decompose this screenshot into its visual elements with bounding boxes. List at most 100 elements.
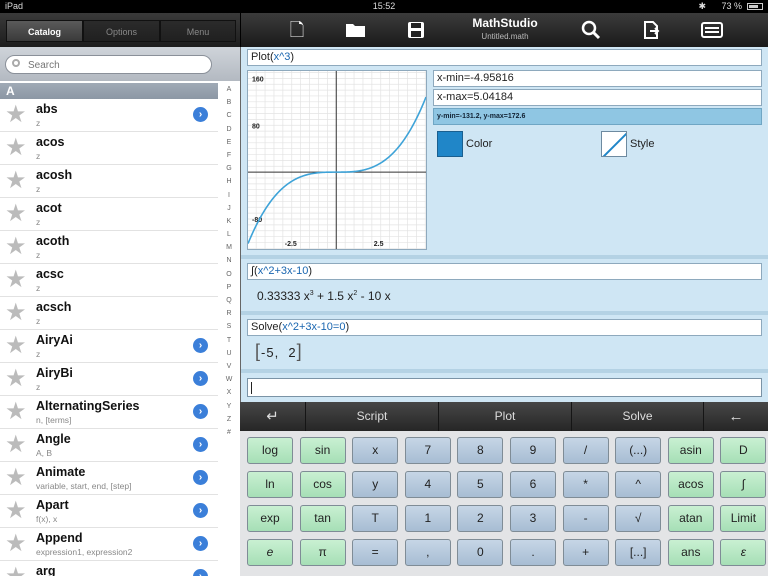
index-letter[interactable]: R: [218, 307, 240, 320]
key-2-8[interactable]: atan: [667, 505, 714, 532]
key-3-2[interactable]: =: [352, 539, 399, 566]
favorite-star-icon[interactable]: ★: [5, 499, 30, 523]
key-1-7[interactable]: ^: [615, 471, 662, 498]
catalog-item[interactable]: ★ Animate variable, start, end, [step] ›: [0, 462, 218, 495]
key-2-6[interactable]: -: [562, 505, 609, 532]
open-folder-icon[interactable]: [344, 18, 368, 42]
plot-command[interactable]: Plot(x^3): [247, 49, 762, 66]
index-letter[interactable]: Y: [218, 400, 240, 413]
search-icon[interactable]: [579, 18, 603, 42]
key-3-7[interactable]: [...]: [615, 539, 662, 566]
command-input[interactable]: [247, 378, 762, 397]
catalog-item[interactable]: ★ acot z: [0, 198, 218, 231]
key-3-3[interactable]: ,: [404, 539, 451, 566]
index-letter[interactable]: N: [218, 254, 240, 267]
favorite-star-icon[interactable]: ★: [5, 136, 30, 160]
tab-menu[interactable]: Menu: [160, 20, 236, 42]
key-3-1[interactable]: π: [299, 539, 346, 566]
yrange-field[interactable]: y-min=-131.2, y-max=172.6: [433, 108, 762, 125]
key-0-2[interactable]: x: [352, 437, 399, 464]
key-2-5[interactable]: 3: [510, 505, 556, 532]
favorite-star-icon[interactable]: ★: [5, 169, 30, 193]
solve-button[interactable]: Solve: [572, 402, 704, 431]
key-2-0[interactable]: exp: [247, 505, 293, 532]
catalog-item[interactable]: ★ AiryAi z ›: [0, 330, 218, 363]
key-2-2[interactable]: T: [352, 505, 399, 532]
key-2-3[interactable]: 1: [404, 505, 451, 532]
index-letter[interactable]: V: [218, 360, 240, 373]
index-letter[interactable]: W: [218, 373, 240, 386]
favorite-star-icon[interactable]: ★: [5, 235, 30, 259]
index-letter[interactable]: C: [218, 109, 240, 122]
key-0-6[interactable]: /: [562, 437, 609, 464]
catalog-item[interactable]: ★ acosh z: [0, 165, 218, 198]
favorite-star-icon[interactable]: ★: [5, 400, 30, 424]
key-3-8[interactable]: ans: [667, 539, 714, 566]
info-icon[interactable]: ›: [193, 503, 208, 518]
plot-area[interactable]: 160 80 -80 -2.5 2.5: [247, 70, 427, 250]
script-button[interactable]: Script: [306, 402, 439, 431]
key-0-3[interactable]: 7: [404, 437, 451, 464]
favorite-star-icon[interactable]: ★: [5, 565, 30, 576]
key-0-7[interactable]: (...): [615, 437, 662, 464]
info-icon[interactable]: ›: [193, 437, 208, 452]
index-letter[interactable]: J: [218, 202, 240, 215]
key-2-9[interactable]: Limit: [720, 505, 767, 532]
favorite-star-icon[interactable]: ★: [5, 103, 30, 127]
index-letter[interactable]: O: [218, 268, 240, 281]
xmax-field[interactable]: x-max=5.04184: [433, 89, 762, 106]
index-letter[interactable]: P: [218, 281, 240, 294]
index-letter[interactable]: S: [218, 320, 240, 333]
search-input[interactable]: [26, 58, 210, 73]
new-document-icon[interactable]: 🗋: [285, 18, 309, 42]
info-icon[interactable]: ›: [193, 371, 208, 386]
favorite-star-icon[interactable]: ★: [5, 466, 30, 490]
key-0-9[interactable]: D: [720, 437, 767, 464]
keyboard-icon[interactable]: [700, 18, 724, 42]
save-icon[interactable]: [404, 18, 428, 42]
key-2-7[interactable]: √: [615, 505, 662, 532]
xmin-field[interactable]: x-min=-4.95816: [433, 70, 762, 87]
index-letter[interactable]: #: [218, 426, 240, 439]
index-letter[interactable]: K: [218, 215, 240, 228]
search-field[interactable]: [5, 55, 212, 74]
key-0-5[interactable]: 9: [510, 437, 556, 464]
index-letter[interactable]: M: [218, 241, 240, 254]
favorite-star-icon[interactable]: ★: [5, 433, 30, 457]
key-1-2[interactable]: y: [352, 471, 399, 498]
catalog-item[interactable]: ★ Apart f(x), x ›: [0, 495, 218, 528]
index-letter[interactable]: A: [218, 83, 240, 96]
catalog-item[interactable]: ★ acoth z: [0, 231, 218, 264]
catalog-item[interactable]: ★ abs z ›: [0, 99, 218, 132]
index-letter[interactable]: Z: [218, 413, 240, 426]
favorite-star-icon[interactable]: ★: [5, 334, 30, 358]
key-0-8[interactable]: asin: [667, 437, 714, 464]
index-letter[interactable]: G: [218, 162, 240, 175]
catalog-item[interactable]: ★ AlternatingSeries n, [terms] ›: [0, 396, 218, 429]
key-3-0[interactable]: e: [247, 539, 293, 566]
key-0-4[interactable]: 8: [457, 437, 504, 464]
index-letter[interactable]: D: [218, 123, 240, 136]
favorite-star-icon[interactable]: ★: [5, 301, 30, 325]
tab-options[interactable]: Options: [83, 20, 160, 42]
key-0-1[interactable]: sin: [299, 437, 346, 464]
index-letter[interactable]: H: [218, 175, 240, 188]
alphabet-index[interactable]: A B C D E F G H I J K L M N O P Q R S T U V W X Y Z #: [218, 83, 240, 576]
key-3-4[interactable]: 0: [457, 539, 504, 566]
key-1-5[interactable]: 6: [510, 471, 556, 498]
index-letter[interactable]: I: [218, 189, 240, 202]
key-1-9[interactable]: ∫: [720, 471, 767, 498]
index-letter[interactable]: T: [218, 334, 240, 347]
style-swatch-icon[interactable]: [601, 131, 627, 157]
index-letter[interactable]: L: [218, 228, 240, 241]
catalog-item[interactable]: ★ arg ›: [0, 561, 218, 576]
key-3-6[interactable]: +: [562, 539, 609, 566]
key-1-6[interactable]: *: [562, 471, 609, 498]
favorite-star-icon[interactable]: ★: [5, 202, 30, 226]
key-1-8[interactable]: acos: [667, 471, 714, 498]
index-letter[interactable]: B: [218, 96, 240, 109]
key-1-0[interactable]: ln: [247, 471, 293, 498]
catalog-item[interactable]: ★ acos z: [0, 132, 218, 165]
key-0-0[interactable]: log: [247, 437, 293, 464]
key-3-5[interactable]: .: [510, 539, 556, 566]
